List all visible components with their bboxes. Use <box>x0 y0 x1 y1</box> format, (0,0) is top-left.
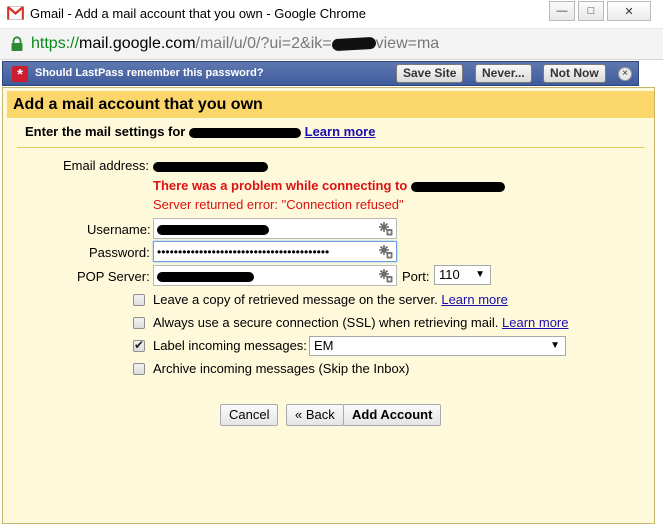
close-window-button[interactable]: ✕ <box>607 1 651 21</box>
chevron-down-icon: ▼ <box>550 340 560 351</box>
email-address-label: Email address: <box>63 158 149 173</box>
label-incoming-option: Label incoming messages: <box>153 338 307 353</box>
leave-copy-option: Leave a copy of retrieved message on the… <box>153 292 508 307</box>
url-path-end: view=ma <box>375 35 440 52</box>
lastpass-icon: * <box>12 66 28 83</box>
archive-option: Archive incoming messages (Skip the Inbo… <box>153 361 410 376</box>
dialog-subtitle: Enter the mail settings for Learn more <box>25 124 375 139</box>
learn-more-link[interactable]: Learn more <box>502 315 568 330</box>
subtitle-text: Enter the mail settings for <box>25 124 186 139</box>
archive-checkbox[interactable] <box>133 363 145 375</box>
redaction-mark <box>189 127 301 138</box>
port-select[interactable]: 110 ▼ <box>434 265 491 285</box>
dialog-title: Add a mail account that you own <box>13 96 263 113</box>
username-label: Username: <box>87 222 151 237</box>
url-host: mail.google.com <box>79 35 196 52</box>
lastpass-field-icon[interactable] <box>378 268 393 283</box>
window-title: Gmail - Add a mail account that you own … <box>30 6 366 21</box>
dialog-header: Add a mail account that you own <box>7 91 654 118</box>
archive-label: Archive incoming messages (Skip the Inbo… <box>153 361 410 376</box>
password-label: Password: <box>89 245 150 260</box>
lastpass-notification-bar: * Should LastPass remember this password… <box>2 61 639 86</box>
add-mail-account-dialog: Add a mail account that you own Enter th… <box>2 87 655 524</box>
redaction-mark <box>331 36 376 51</box>
ssl-label: Always use a secure connection (SSL) whe… <box>153 315 499 330</box>
username-input[interactable] <box>153 218 397 239</box>
learn-more-link[interactable]: Learn more <box>441 292 507 307</box>
ssl-checkbox[interactable] <box>133 317 145 329</box>
ssl-option: Always use a secure connection (SSL) whe… <box>153 315 569 330</box>
save-site-button[interactable]: Save Site <box>396 64 464 83</box>
pop-server-input[interactable] <box>153 265 397 286</box>
label-incoming-checkbox[interactable] <box>133 338 145 352</box>
password-input[interactable]: ••••••••••••••••••••••••••••••••••••••••… <box>153 241 397 262</box>
lastpass-field-icon[interactable] <box>378 221 393 236</box>
close-icon[interactable]: × <box>618 67 632 81</box>
title-bar: Gmail - Add a mail account that you own … <box>0 0 663 29</box>
lastpass-prompt: Should LastPass remember this password? <box>35 67 264 79</box>
chevron-down-icon: ▼ <box>475 269 485 280</box>
redaction-mark <box>157 271 254 282</box>
password-value: ••••••••••••••••••••••••••••••••••••••••… <box>157 245 330 259</box>
add-account-button[interactable]: Add Account <box>343 404 442 426</box>
learn-more-link[interactable]: Learn more <box>305 124 376 139</box>
label-incoming-label: Label incoming messages: <box>153 338 307 353</box>
label-select[interactable]: EM ▼ <box>309 336 566 356</box>
port-label: Port: <box>402 269 430 284</box>
url-path: /mail/u/0/?ui=2&ik= <box>195 35 332 52</box>
url-scheme: https:// <box>31 35 80 52</box>
lock-icon <box>11 36 23 51</box>
never-button[interactable]: Never... <box>475 64 532 83</box>
redaction-mark <box>153 162 268 172</box>
redaction-mark <box>157 224 269 235</box>
maximize-button[interactable]: □ <box>578 1 604 21</box>
connection-error-title: There was a problem while connecting to <box>153 178 505 193</box>
error-title-text: There was a problem while connecting to <box>153 178 408 193</box>
url-text[interactable]: https://mail.google.com/mail/u/0/?ui=2&i… <box>31 35 439 53</box>
divider <box>17 147 644 148</box>
label-select-value: EM <box>314 338 334 353</box>
lastpass-field-icon[interactable] <box>378 244 393 259</box>
cancel-button[interactable]: Cancel <box>220 404 279 426</box>
connection-error-detail: Server returned error: "Connection refus… <box>153 197 404 212</box>
not-now-button[interactable]: Not Now <box>543 64 606 83</box>
leave-copy-label: Leave a copy of retrieved message on the… <box>153 292 438 307</box>
pop-server-label: POP Server: <box>77 269 150 284</box>
port-value: 110 <box>439 267 460 282</box>
redaction-mark <box>410 181 505 192</box>
leave-copy-checkbox[interactable] <box>133 294 145 306</box>
back-button[interactable]: « Back <box>286 404 344 426</box>
gmail-icon <box>7 6 24 20</box>
minimize-button[interactable]: — <box>549 1 575 21</box>
address-bar[interactable]: https://mail.google.com/mail/u/0/?ui=2&i… <box>0 29 663 60</box>
